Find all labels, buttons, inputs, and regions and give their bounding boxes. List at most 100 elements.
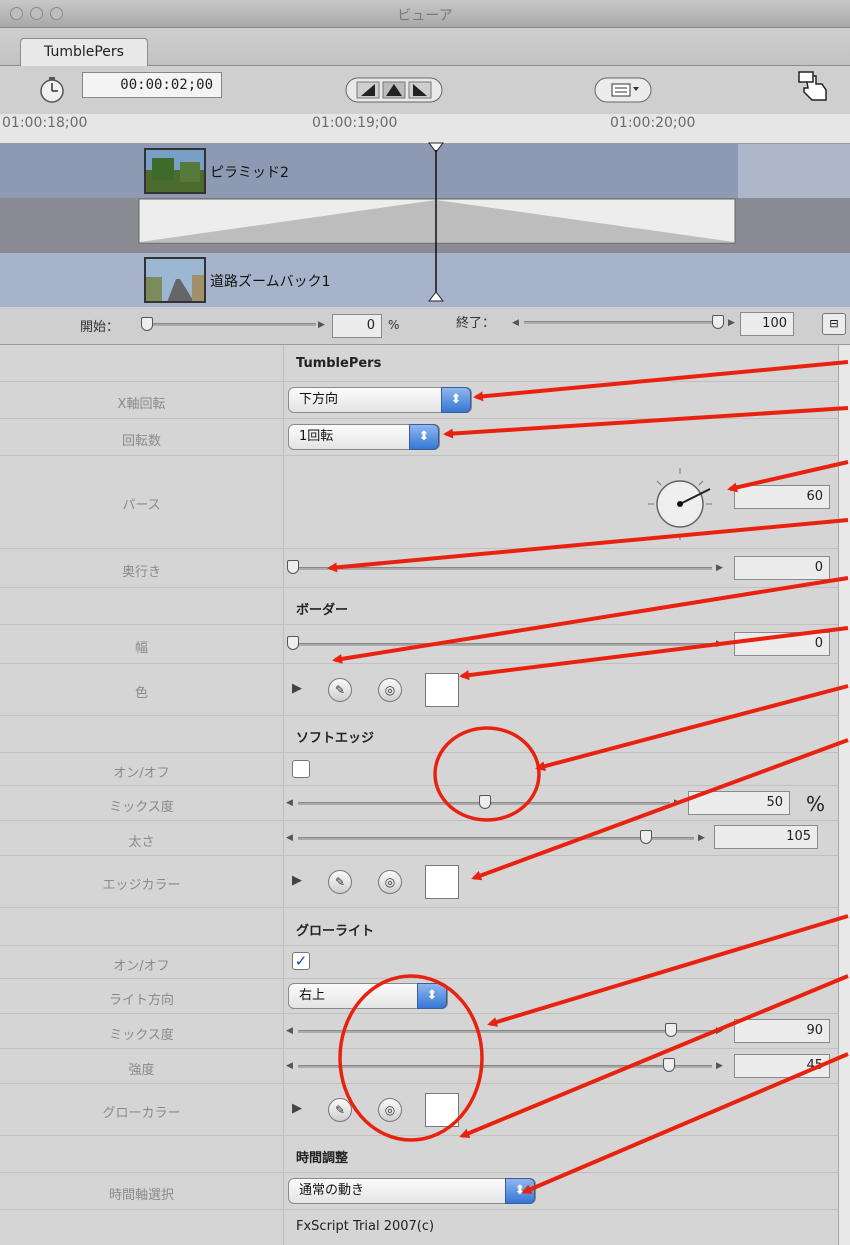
border-color-label: 色 (134, 686, 148, 701)
glow-onoff-checkbox[interactable]: ✓ (292, 952, 310, 970)
eyedropper-icon[interactable]: ✎ (328, 678, 352, 702)
glow-color-swatch[interactable] (425, 1093, 459, 1127)
timecode-field[interactable]: 00:00:02;00 (82, 72, 222, 98)
soft-thickness-value-field[interactable]: 105 (714, 825, 818, 849)
x-rotation-label: X軸回転 (117, 397, 166, 412)
glow-strength-row: 強度 ◀ ▶ 45 (0, 1049, 838, 1084)
x-rotation-popup[interactable]: 下方向 ⬍ (288, 387, 472, 413)
edit-mode-segmented-control[interactable] (345, 77, 443, 103)
rotations-label: 回転数 (121, 434, 161, 449)
end-label: 終了： (456, 316, 496, 331)
depth-value-field[interactable]: 0 (734, 556, 830, 580)
soft-edge-section-title: ソフトエッジ (296, 731, 375, 746)
glow-mix-slider-track[interactable] (298, 1030, 712, 1033)
glow-strength-slider-knob[interactable] (663, 1058, 675, 1072)
title-bar: ビューア (0, 0, 850, 28)
start-label: 開始： (80, 320, 120, 335)
border-width-slider-track[interactable] (292, 643, 712, 646)
border-color-row: 色 ▶ ✎ ◎ (0, 664, 838, 716)
soft-mix-decrement-arrow[interactable]: ◀ (286, 798, 293, 808)
soft-thickness-slider-knob[interactable] (640, 830, 652, 844)
border-width-row: 幅 ▶ 0 (0, 625, 838, 664)
track-clip-a[interactable]: ピラミッド2 (0, 144, 850, 198)
parameters-panel: TumblePers X軸回転 下方向 ⬍ 回転数 1回転 ⬍ パース 60 奥… (0, 345, 838, 1245)
rotations-popup[interactable]: 1回転 ⬍ (288, 424, 440, 450)
depth-increment-arrow[interactable]: ▶ (716, 563, 723, 573)
start-slider-track[interactable] (148, 323, 316, 326)
end-slider-track[interactable] (524, 321, 720, 324)
eyedropper-icon[interactable]: ✎ (328, 870, 352, 894)
perspective-dial[interactable] (640, 464, 728, 544)
hand-drag-icon[interactable] (796, 70, 832, 106)
disclosure-triangle-icon[interactable]: ▶ (292, 873, 302, 888)
border-section-title: ボーダー (296, 603, 349, 618)
border-width-increment-arrow[interactable]: ▶ (716, 639, 723, 649)
track-clip-b[interactable]: 道路ズームバック1 (0, 253, 850, 307)
clip-b-label: 道路ズームバック1 (210, 274, 331, 290)
light-direction-popup[interactable]: 右上 ⬍ (288, 983, 448, 1009)
soft-thickness-decrement-arrow[interactable]: ◀ (286, 833, 293, 843)
glow-strength-decrement-arrow[interactable]: ◀ (286, 1061, 293, 1071)
ruler-label-1: 01:00:18;00 (2, 115, 88, 131)
playhead[interactable] (428, 142, 444, 302)
start-value-field[interactable]: 0 (332, 314, 382, 338)
start-increment-arrow[interactable]: ▶ (318, 320, 325, 330)
vertical-scrollbar[interactable] (838, 345, 850, 1245)
timeline-ruler[interactable]: 01:00:18;00 01:00:19;00 01:00:20;00 (0, 114, 850, 144)
end-slider-knob[interactable] (712, 315, 724, 329)
end-value-field[interactable]: 100 (740, 312, 794, 336)
ruler-label-3: 01:00:20;00 (610, 115, 696, 131)
soft-mix-increment-arrow[interactable]: ▶ (674, 798, 681, 808)
border-width-value-field[interactable]: 0 (734, 632, 830, 656)
disclosure-triangle-icon[interactable]: ▶ (292, 681, 302, 696)
depth-row: 奥行き ▶ 0 (0, 549, 838, 588)
timer-icon (40, 77, 64, 103)
soft-mix-value-field[interactable]: 50 (688, 791, 790, 815)
depth-slider-track[interactable] (292, 567, 712, 570)
glow-mix-label: ミックス度 (109, 1028, 174, 1043)
soft-thickness-slider-track[interactable] (298, 837, 694, 840)
x-rotation-row: X軸回転 下方向 ⬍ (0, 382, 838, 419)
time-axis-popup[interactable]: 通常の動き ⬍ (288, 1178, 536, 1204)
soft-thickness-increment-arrow[interactable]: ▶ (698, 833, 705, 843)
time-axis-value: 通常の動き (299, 1183, 365, 1198)
glow-mix-increment-arrow[interactable]: ▶ (716, 1026, 723, 1036)
glow-strength-slider-track[interactable] (298, 1065, 712, 1068)
glow-strength-value-field[interactable]: 45 (734, 1054, 830, 1078)
soft-onoff-checkbox[interactable] (292, 760, 310, 778)
range-options-button[interactable]: ⊟ (822, 313, 846, 335)
clip-a-tail (738, 144, 850, 198)
perspective-value-field[interactable]: 60 (734, 485, 830, 509)
glow-strength-increment-arrow[interactable]: ▶ (716, 1061, 723, 1071)
footer-text: FxScript Trial 2007(c) (296, 1219, 435, 1234)
tab-tumblepers[interactable]: TumblePers (20, 38, 148, 66)
disclosure-triangle-icon[interactable]: ▶ (292, 1101, 302, 1116)
view-options-popup[interactable] (594, 77, 652, 103)
start-slider-knob[interactable] (141, 317, 153, 331)
soft-onoff-row: オン/オフ (0, 753, 838, 786)
soft-mix-slider-knob[interactable] (479, 795, 491, 809)
border-color-swatch[interactable] (425, 673, 459, 707)
border-width-slider-knob[interactable] (287, 636, 299, 650)
end-increment-arrow[interactable]: ▶ (728, 318, 735, 328)
color-wheel-icon[interactable]: ◎ (378, 870, 402, 894)
popup-arrows-icon: ⬍ (409, 424, 439, 450)
time-section-row: 時間調整 (0, 1136, 838, 1173)
soft-thickness-label: 太さ (128, 835, 155, 850)
edge-color-swatch[interactable] (425, 865, 459, 899)
glow-strength-label: 強度 (128, 1063, 155, 1078)
border-section-row: ボーダー (0, 588, 838, 625)
depth-slider-knob[interactable] (287, 560, 299, 574)
transition-range-row: 開始： ▶ 0 % 終了： ◀ ▶ 100 ⊟ (0, 307, 850, 345)
end-decrement-arrow[interactable]: ◀ (512, 318, 519, 328)
eyedropper-icon[interactable]: ✎ (328, 1098, 352, 1122)
popup-arrows-icon: ⬍ (505, 1178, 535, 1204)
glow-mix-slider-knob[interactable] (665, 1023, 677, 1037)
glow-mix-decrement-arrow[interactable]: ◀ (286, 1026, 293, 1036)
color-wheel-icon[interactable]: ◎ (378, 678, 402, 702)
viewer-window: ビューア TumblePers 00:00:02;00 01:00:18;00 … (0, 0, 850, 1245)
color-wheel-icon[interactable]: ◎ (378, 1098, 402, 1122)
effect-title-row: TumblePers (0, 345, 838, 382)
glow-mix-value-field[interactable]: 90 (734, 1019, 830, 1043)
perspective-row: パース 60 (0, 456, 838, 549)
